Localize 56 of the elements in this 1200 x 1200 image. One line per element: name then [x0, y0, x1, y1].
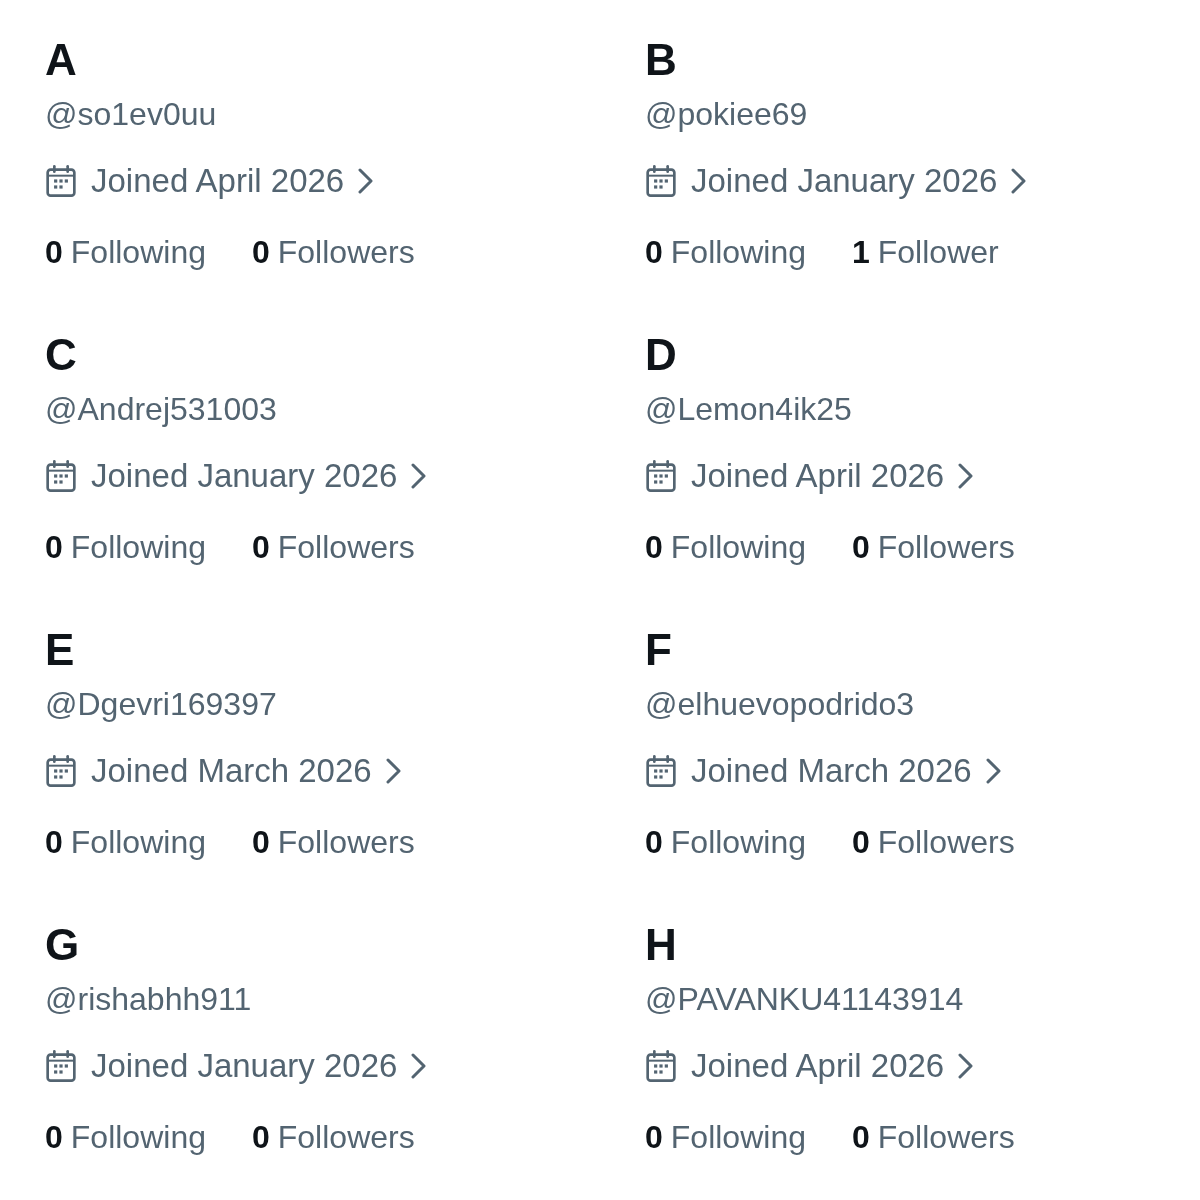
follow-count-link[interactable]: 1 Follower — [851, 232, 999, 272]
account-handle: @Andrej531003 — [45, 390, 277, 429]
joined-date-link[interactable]: Joined April 2026 — [645, 454, 975, 498]
joined-date-link[interactable]: Joined January 2026 — [45, 454, 428, 498]
follow-count-link[interactable]: 0 Followers — [251, 1117, 415, 1157]
chevron-right-icon — [958, 463, 975, 489]
chevron-right-icon — [358, 168, 375, 194]
account-handle: @rishabhh911 — [45, 980, 252, 1019]
follow-count-link[interactable]: 0 Following — [45, 232, 206, 272]
option-letter: H — [645, 921, 677, 969]
follow-count-link[interactable]: 0 Following — [645, 527, 806, 567]
chevron-right-icon — [958, 1053, 975, 1079]
follow-count-link[interactable]: 0 Following — [645, 822, 806, 862]
option-letter: F — [645, 626, 672, 674]
calendar-icon — [645, 1050, 677, 1082]
follow-count-link[interactable]: 0 Followers — [251, 527, 415, 567]
chevron-right-icon — [411, 1053, 428, 1079]
account-handle: @Lemon4ik25 — [645, 390, 852, 429]
chevron-right-icon — [1011, 168, 1028, 194]
account-handle: @Dgevri169397 — [45, 685, 277, 724]
calendar-icon — [645, 460, 677, 492]
chevron-right-icon — [385, 758, 402, 784]
joined-date-link[interactable]: Joined March 2026 — [645, 749, 1002, 793]
account-handle: @so1ev0uu — [45, 95, 217, 134]
calendar-icon — [45, 1050, 77, 1082]
joined-date-link[interactable]: Joined March 2026 — [45, 749, 402, 793]
option-letter: B — [645, 36, 677, 84]
follow-count-link[interactable]: 0 Following — [45, 527, 206, 567]
option-letter: E — [45, 626, 75, 674]
option-letter: D — [645, 331, 677, 379]
joined-date-link[interactable]: Joined January 2026 — [645, 159, 1028, 203]
calendar-icon — [45, 460, 77, 492]
option-letter: A — [45, 36, 77, 84]
follow-count-link[interactable]: 0 Following — [645, 1117, 806, 1157]
follow-count-link[interactable]: 0 Following — [45, 1117, 206, 1157]
account-handle: @elhuevopodrido3 — [645, 685, 915, 724]
account-handle: @PAVANKU41143914 — [645, 980, 964, 1019]
calendar-icon — [45, 755, 77, 787]
chevron-right-icon — [411, 463, 428, 489]
account-handle: @pokiee69 — [645, 95, 808, 134]
follow-count-link[interactable]: 0 Followers — [851, 822, 1015, 862]
calendar-icon — [645, 755, 677, 787]
joined-date-link[interactable]: Joined January 2026 — [45, 1044, 428, 1088]
follow-count-link[interactable]: 0 Followers — [251, 822, 415, 862]
follow-count-link[interactable]: 0 Followers — [251, 232, 415, 272]
chevron-right-icon — [985, 758, 1002, 784]
joined-date-link[interactable]: Joined April 2026 — [45, 159, 375, 203]
calendar-icon — [45, 165, 77, 197]
follow-count-link[interactable]: 0 Following — [645, 232, 806, 272]
follow-count-link[interactable]: 0 Followers — [851, 527, 1015, 567]
follow-count-link[interactable]: 0 Following — [45, 822, 206, 862]
follow-count-link[interactable]: 0 Followers — [851, 1117, 1015, 1157]
option-letter: C — [45, 331, 77, 379]
calendar-icon — [645, 165, 677, 197]
option-letter: G — [45, 921, 80, 969]
joined-date-link[interactable]: Joined April 2026 — [645, 1044, 975, 1088]
